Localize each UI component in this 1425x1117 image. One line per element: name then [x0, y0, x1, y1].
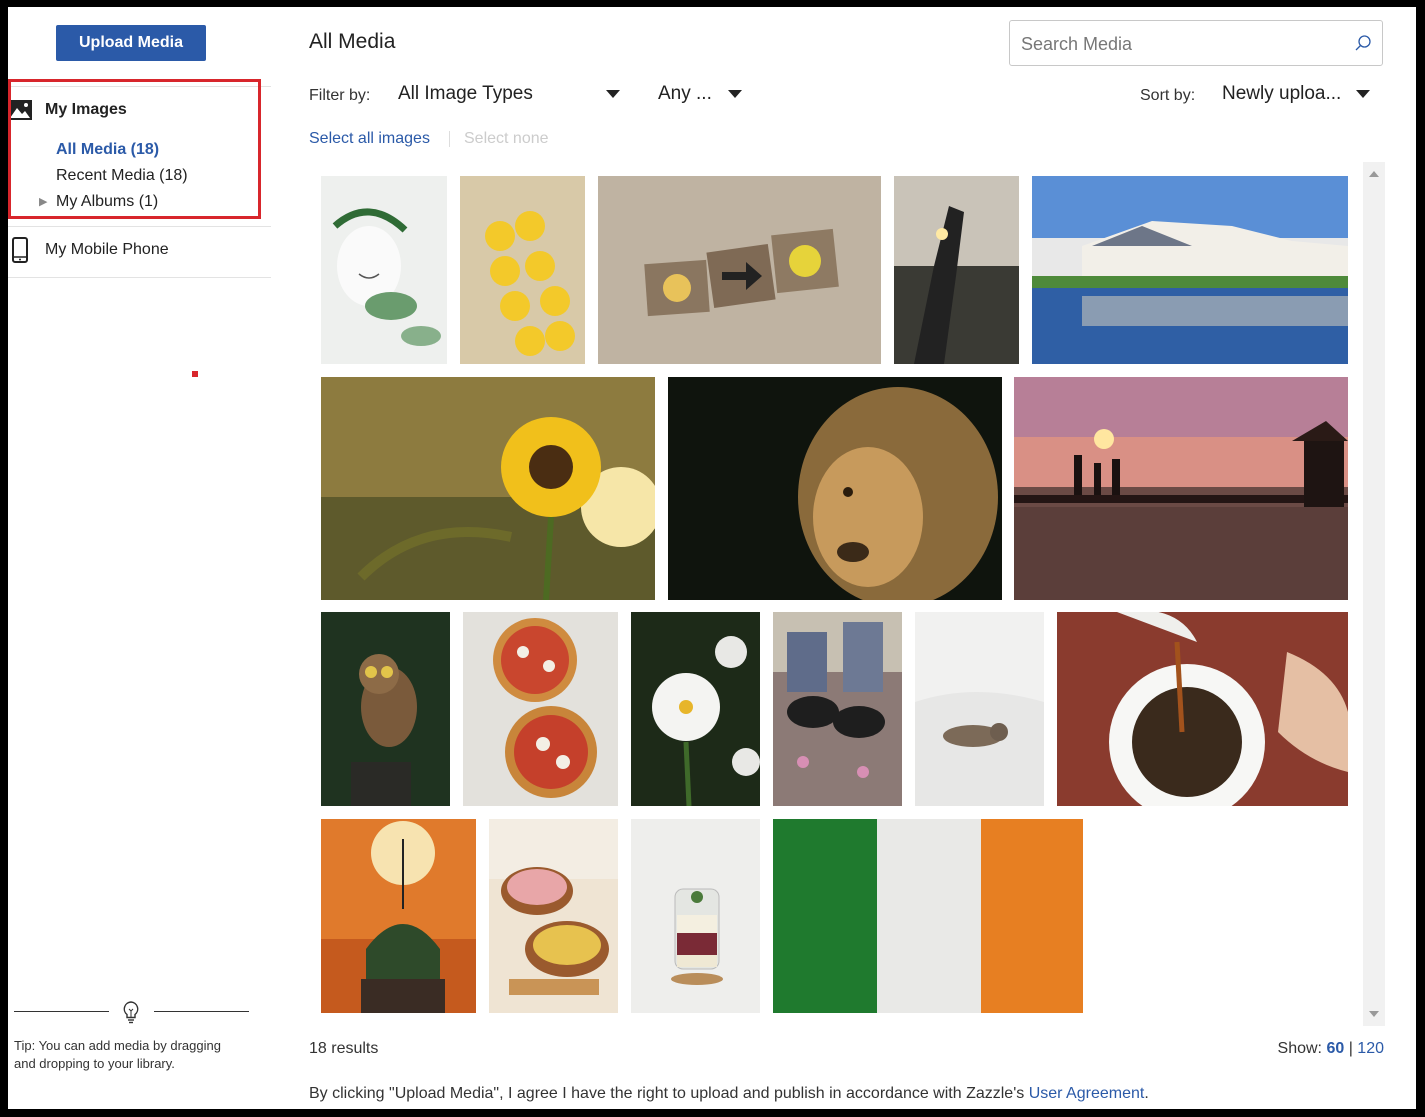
red-marker	[192, 371, 198, 377]
filter-label: Filter by:	[309, 87, 371, 104]
category-my-mobile-phone[interactable]: My Mobile Phone	[8, 237, 169, 263]
gallery-image[interactable]	[894, 176, 1019, 364]
search-box[interactable]	[1009, 20, 1383, 67]
gallery-image[interactable]	[1014, 377, 1348, 600]
gallery-image[interactable]	[321, 377, 655, 600]
gallery-scrollbar[interactable]	[1363, 162, 1385, 1026]
chevron-down-icon	[1356, 90, 1370, 98]
divider	[154, 1011, 249, 1012]
upload-media-button[interactable]: Upload Media	[56, 25, 206, 61]
gallery-image[interactable]	[773, 819, 1083, 1013]
gallery-image[interactable]	[598, 176, 881, 364]
gallery-image[interactable]	[915, 612, 1044, 806]
gallery-image[interactable]	[321, 612, 450, 806]
gallery-image[interactable]	[773, 612, 902, 806]
image-type-value: All Image Types	[398, 83, 533, 104]
sort-value: Newly uploa...	[1222, 83, 1342, 104]
scroll-up-icon[interactable]	[1369, 171, 1379, 177]
search-icon[interactable]	[1354, 34, 1372, 52]
divider	[8, 226, 271, 227]
gallery-image[interactable]	[321, 176, 447, 364]
agreement-prefix: By clicking "Upload Media", I agree I ha…	[309, 1085, 1029, 1102]
divider	[449, 131, 450, 147]
divider	[14, 1011, 109, 1012]
gallery-image[interactable]	[631, 819, 760, 1013]
date-dropdown[interactable]: Any ...	[658, 83, 742, 105]
show-120-link[interactable]: 120	[1357, 1040, 1384, 1057]
image-type-dropdown[interactable]: All Image Types	[398, 83, 620, 105]
lightbulb-icon	[120, 1000, 142, 1024]
page-size-selector: Show: 60 | 120	[1278, 1040, 1384, 1058]
results-count: 18 results	[309, 1040, 379, 1057]
gallery-image[interactable]	[668, 377, 1002, 600]
gallery-image[interactable]	[463, 612, 618, 806]
separator: |	[1348, 1040, 1353, 1057]
upload-agreement-text: By clicking "Upload Media", I agree I ha…	[309, 1085, 1149, 1103]
chevron-down-icon	[728, 90, 742, 98]
selection-highlight	[8, 79, 261, 219]
tip-text: Tip: You can add media by dragging and d…	[14, 1038, 221, 1071]
mobile-label: My Mobile Phone	[45, 241, 169, 258]
search-input[interactable]	[1019, 21, 1343, 67]
sort-dropdown[interactable]: Newly uploa...	[1222, 83, 1370, 105]
page-title: All Media	[309, 30, 396, 53]
gallery-image[interactable]	[1057, 612, 1348, 806]
select-none-link: Select none	[464, 130, 549, 147]
sort-label: Sort by:	[1140, 87, 1196, 104]
gallery-image[interactable]	[489, 819, 618, 1013]
chevron-down-icon	[606, 90, 620, 98]
show-60-link[interactable]: 60	[1326, 1040, 1344, 1057]
user-agreement-link[interactable]: User Agreement	[1029, 1085, 1145, 1102]
divider	[8, 277, 271, 278]
scroll-down-icon[interactable]	[1369, 1011, 1379, 1017]
gallery-image[interactable]	[460, 176, 585, 364]
gallery-image[interactable]	[631, 612, 760, 806]
mobile-phone-icon	[8, 237, 32, 263]
date-value: Any ...	[658, 83, 712, 104]
agreement-suffix: .	[1144, 1085, 1149, 1102]
show-label: Show:	[1277, 1040, 1322, 1057]
select-all-link[interactable]: Select all images	[309, 130, 430, 148]
gallery-image[interactable]	[1032, 176, 1348, 364]
gallery-image[interactable]	[321, 819, 476, 1013]
media-library-window: Upload Media My Images All Media (18) Re…	[8, 7, 1416, 1109]
